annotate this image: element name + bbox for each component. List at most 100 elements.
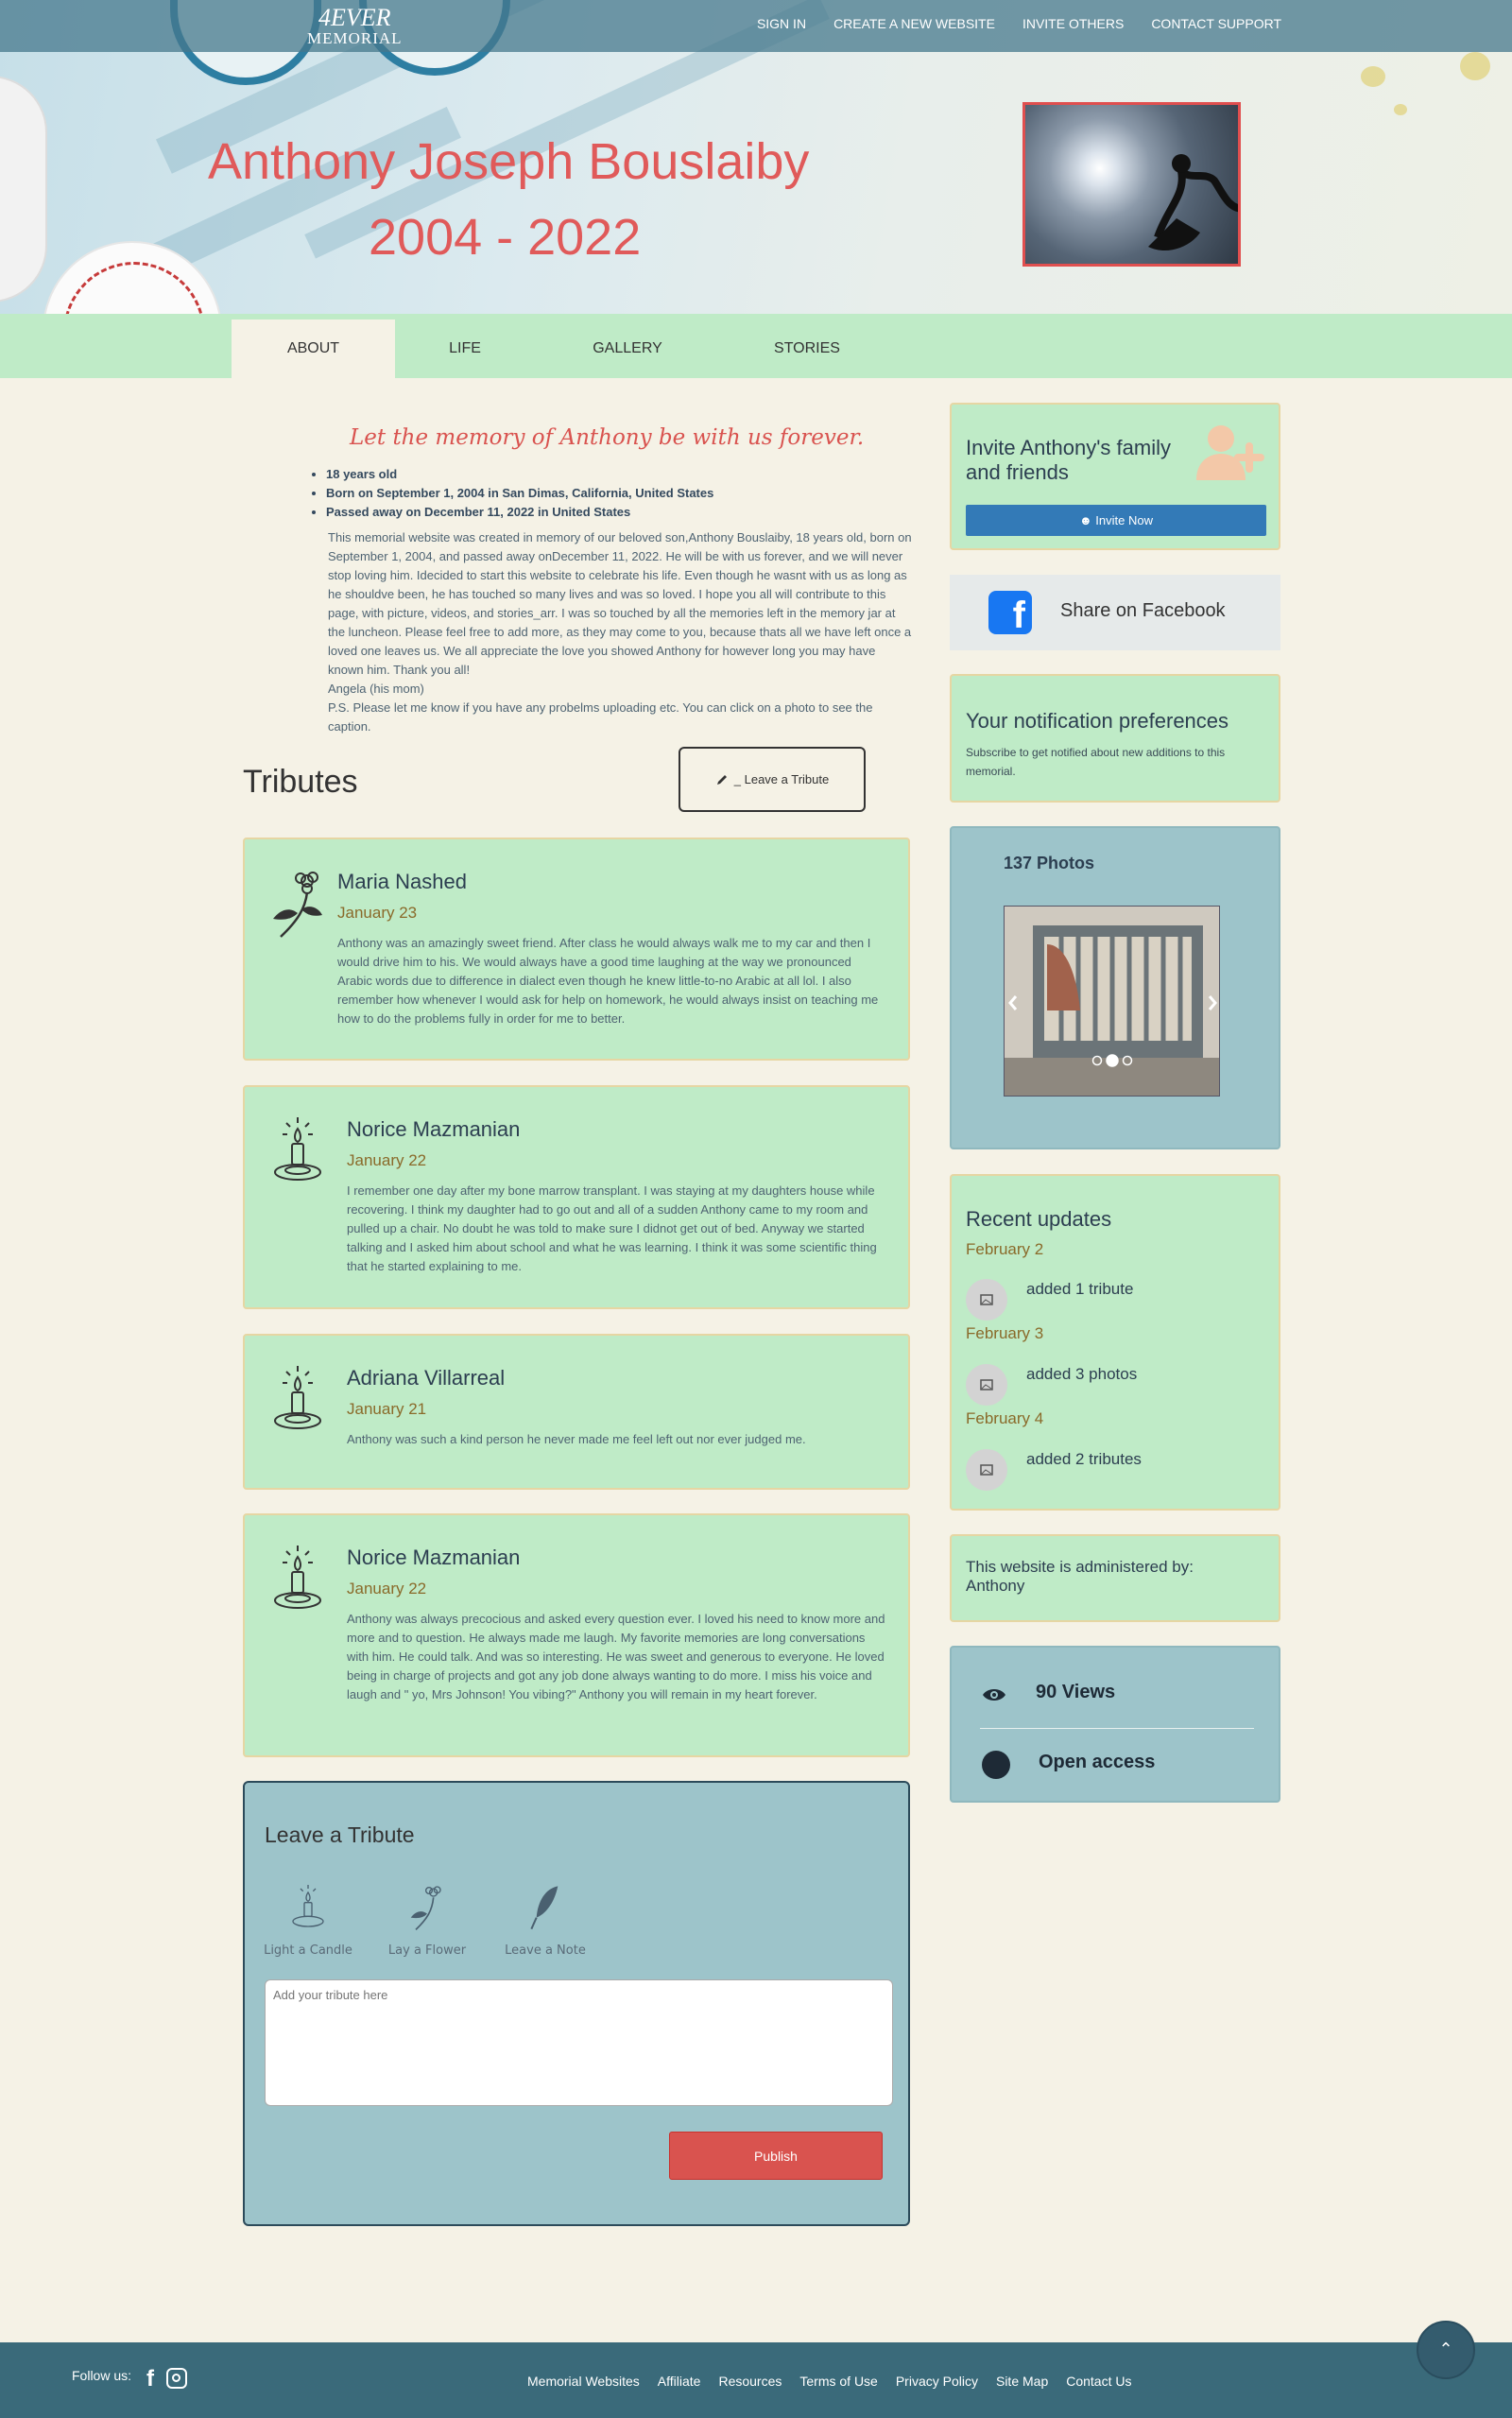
update-date: February 2 bbox=[966, 1240, 1044, 1258]
photos-count[interactable]: 137 Photos bbox=[1004, 854, 1094, 873]
footer-resources[interactable]: Resources bbox=[718, 2374, 782, 2389]
flower-icon bbox=[410, 1886, 441, 1930]
footer-sitemap[interactable]: Site Map bbox=[996, 2374, 1048, 2389]
update-date: February 3 bbox=[966, 1324, 1044, 1342]
tribute-date: January 21 bbox=[347, 1400, 427, 1418]
carousel-dot[interactable] bbox=[1122, 1055, 1133, 1066]
admin-text: This website is administered by: Anthony bbox=[966, 1558, 1194, 1595]
update-date: February 4 bbox=[966, 1409, 1044, 1427]
bio-signature: Angela (his mom) bbox=[328, 682, 424, 696]
footer-contact[interactable]: Contact Us bbox=[1066, 2374, 1131, 2389]
decor-dot bbox=[1394, 104, 1407, 115]
pencil-icon bbox=[716, 774, 727, 785]
photo-carousel[interactable] bbox=[1004, 906, 1220, 1097]
profile-photo-art bbox=[1148, 154, 1238, 251]
tribute-date: January 23 bbox=[337, 904, 418, 922]
candle-icon bbox=[292, 1885, 324, 1927]
memorial-name: Anthony Joseph Bouslaiby bbox=[208, 133, 810, 190]
image-icon bbox=[966, 1364, 1007, 1406]
lay-flower-option[interactable]: Lay a Flower bbox=[375, 1882, 479, 1958]
tribute-card: Norice Mazmanian January 22 Anthony was … bbox=[243, 1513, 910, 1757]
fact-passed: Passed away on December 11, 2022 in Unit… bbox=[326, 503, 713, 522]
site-logo[interactable]: 4EVER MEMORIAL bbox=[307, 6, 403, 47]
tab-stories[interactable]: STORIES bbox=[728, 320, 886, 378]
tribute-author: Norice Mazmanian bbox=[347, 1546, 521, 1569]
bio-text: This memorial website was created in mem… bbox=[328, 530, 912, 677]
user-plus-icon: ☻ bbox=[1078, 513, 1092, 527]
share-facebook-label: Share on Facebook bbox=[1060, 600, 1226, 621]
profile-photo[interactable] bbox=[1022, 102, 1241, 267]
tribute-card: Maria Nashed January 23 Anthony was an a… bbox=[243, 838, 910, 1061]
candle-icon bbox=[274, 1546, 321, 1609]
decor-dot bbox=[1361, 66, 1385, 87]
globe-icon bbox=[982, 1751, 1010, 1779]
tribute-card: Norice Mazmanian January 22 I remember o… bbox=[243, 1085, 910, 1309]
footer-links: Memorial Websites Affiliate Resources Te… bbox=[527, 2374, 1131, 2389]
facebook-icon[interactable]: f bbox=[146, 2366, 154, 2392]
invite-others-link[interactable]: INVITE OTHERS bbox=[1022, 16, 1124, 31]
eye-icon bbox=[983, 1689, 1005, 1701]
add-user-icon bbox=[1196, 425, 1264, 480]
views-count: 90 Views bbox=[1036, 1682, 1116, 1702]
tribute-author: Maria Nashed bbox=[337, 870, 467, 893]
tribute-card: Adriana Villarreal January 21 Anthony wa… bbox=[243, 1334, 910, 1490]
tab-life[interactable]: LIFE bbox=[395, 320, 535, 378]
invite-title: Invite Anthony's family and friends bbox=[966, 436, 1171, 484]
divider bbox=[980, 1728, 1254, 1729]
bio-ps: P.S. Please let me know if you have any … bbox=[328, 700, 873, 734]
notification-panel[interactable]: Your notification preferences Subscribe … bbox=[950, 674, 1280, 803]
tribute-date: January 22 bbox=[347, 1580, 427, 1598]
share-facebook[interactable]: f Share on Facebook bbox=[950, 575, 1280, 650]
scroll-to-top-button[interactable]: ⌃ bbox=[1417, 2321, 1475, 2379]
leave-tribute-label: _ Leave a Tribute bbox=[733, 772, 830, 786]
sign-in-link[interactable]: SIGN IN bbox=[757, 16, 806, 31]
update-text[interactable]: added 2 tributes bbox=[1026, 1450, 1142, 1469]
notification-subtitle: Subscribe to get notified about new addi… bbox=[966, 746, 1226, 778]
contact-support-link[interactable]: CONTACT SUPPORT bbox=[1151, 16, 1281, 31]
footer-privacy[interactable]: Privacy Policy bbox=[896, 2374, 978, 2389]
lay-flower-label: Lay a Flower bbox=[387, 1943, 467, 1958]
create-website-link[interactable]: CREATE A NEW WEBSITE bbox=[833, 16, 995, 31]
tribute-text: Anthony was always precocious and asked … bbox=[347, 1612, 885, 1701]
footer-affiliate[interactable]: Affiliate bbox=[658, 2374, 701, 2389]
top-nav-links: SIGN IN CREATE A NEW WEBSITE INVITE OTHE… bbox=[757, 16, 1281, 31]
tab-gallery[interactable]: GALLERY bbox=[556, 320, 699, 378]
leave-tribute-form: Leave a Tribute Light a Candle Lay a Flo… bbox=[243, 1781, 910, 2226]
footer-memorial-websites[interactable]: Memorial Websites bbox=[527, 2374, 640, 2389]
invite-now-label: Invite Now bbox=[1095, 513, 1153, 527]
instagram-icon[interactable] bbox=[166, 2368, 187, 2389]
footer-terms[interactable]: Terms of Use bbox=[799, 2374, 877, 2389]
update-text[interactable]: added 1 tribute bbox=[1026, 1280, 1133, 1299]
top-navbar: 4EVER MEMORIAL SIGN IN CREATE A NEW WEBS… bbox=[0, 0, 1512, 52]
invite-now-button[interactable]: ☻ Invite Now bbox=[966, 505, 1266, 536]
tribute-textarea[interactable] bbox=[265, 1979, 893, 2106]
update-text[interactable]: added 3 photos bbox=[1026, 1365, 1137, 1384]
stats-panel: 90 Views Open access bbox=[950, 1646, 1280, 1803]
follow-us-label: Follow us: bbox=[72, 2368, 132, 2383]
light-candle-option[interactable]: Light a Candle bbox=[256, 1882, 360, 1958]
notification-title: Your notification preferences bbox=[966, 709, 1229, 733]
photos-panel: 137 Photos bbox=[950, 826, 1280, 1149]
tribute-author: Adriana Villarreal bbox=[347, 1366, 506, 1390]
flower-icon bbox=[273, 872, 322, 938]
carousel-dots[interactable] bbox=[1090, 1053, 1137, 1068]
tribute-text: I remember one day after my bone marrow … bbox=[347, 1183, 877, 1273]
candle-icon bbox=[274, 1117, 321, 1181]
tribute-text: Anthony was such a kind person he never … bbox=[347, 1432, 806, 1446]
leave-note-option[interactable]: Leave a Note bbox=[493, 1882, 597, 1958]
access-label: Open access bbox=[1039, 1752, 1156, 1772]
recent-updates-title: Recent updates bbox=[966, 1207, 1112, 1231]
carousel-dot-active[interactable] bbox=[1106, 1054, 1119, 1067]
fact-born: Born on September 1, 2004 in San Dimas, … bbox=[326, 484, 713, 503]
publish-button[interactable]: Publish bbox=[669, 2132, 883, 2180]
form-title: Leave a Tribute bbox=[265, 1822, 415, 1847]
tributes-heading: Tributes bbox=[243, 764, 358, 800]
tab-about[interactable]: ABOUT bbox=[232, 320, 395, 378]
leave-note-label: Leave a Note bbox=[505, 1943, 586, 1958]
memorial-motto: Let the memory of Anthony be with us for… bbox=[350, 425, 865, 450]
memorial-tabs: ABOUT LIFE GALLERY STORIES bbox=[0, 314, 1512, 378]
candle-icon bbox=[274, 1366, 321, 1429]
admin-panel: This website is administered by: Anthony bbox=[950, 1534, 1280, 1622]
carousel-dot[interactable] bbox=[1091, 1055, 1103, 1066]
leave-tribute-button[interactable]: _ Leave a Tribute bbox=[679, 747, 866, 812]
